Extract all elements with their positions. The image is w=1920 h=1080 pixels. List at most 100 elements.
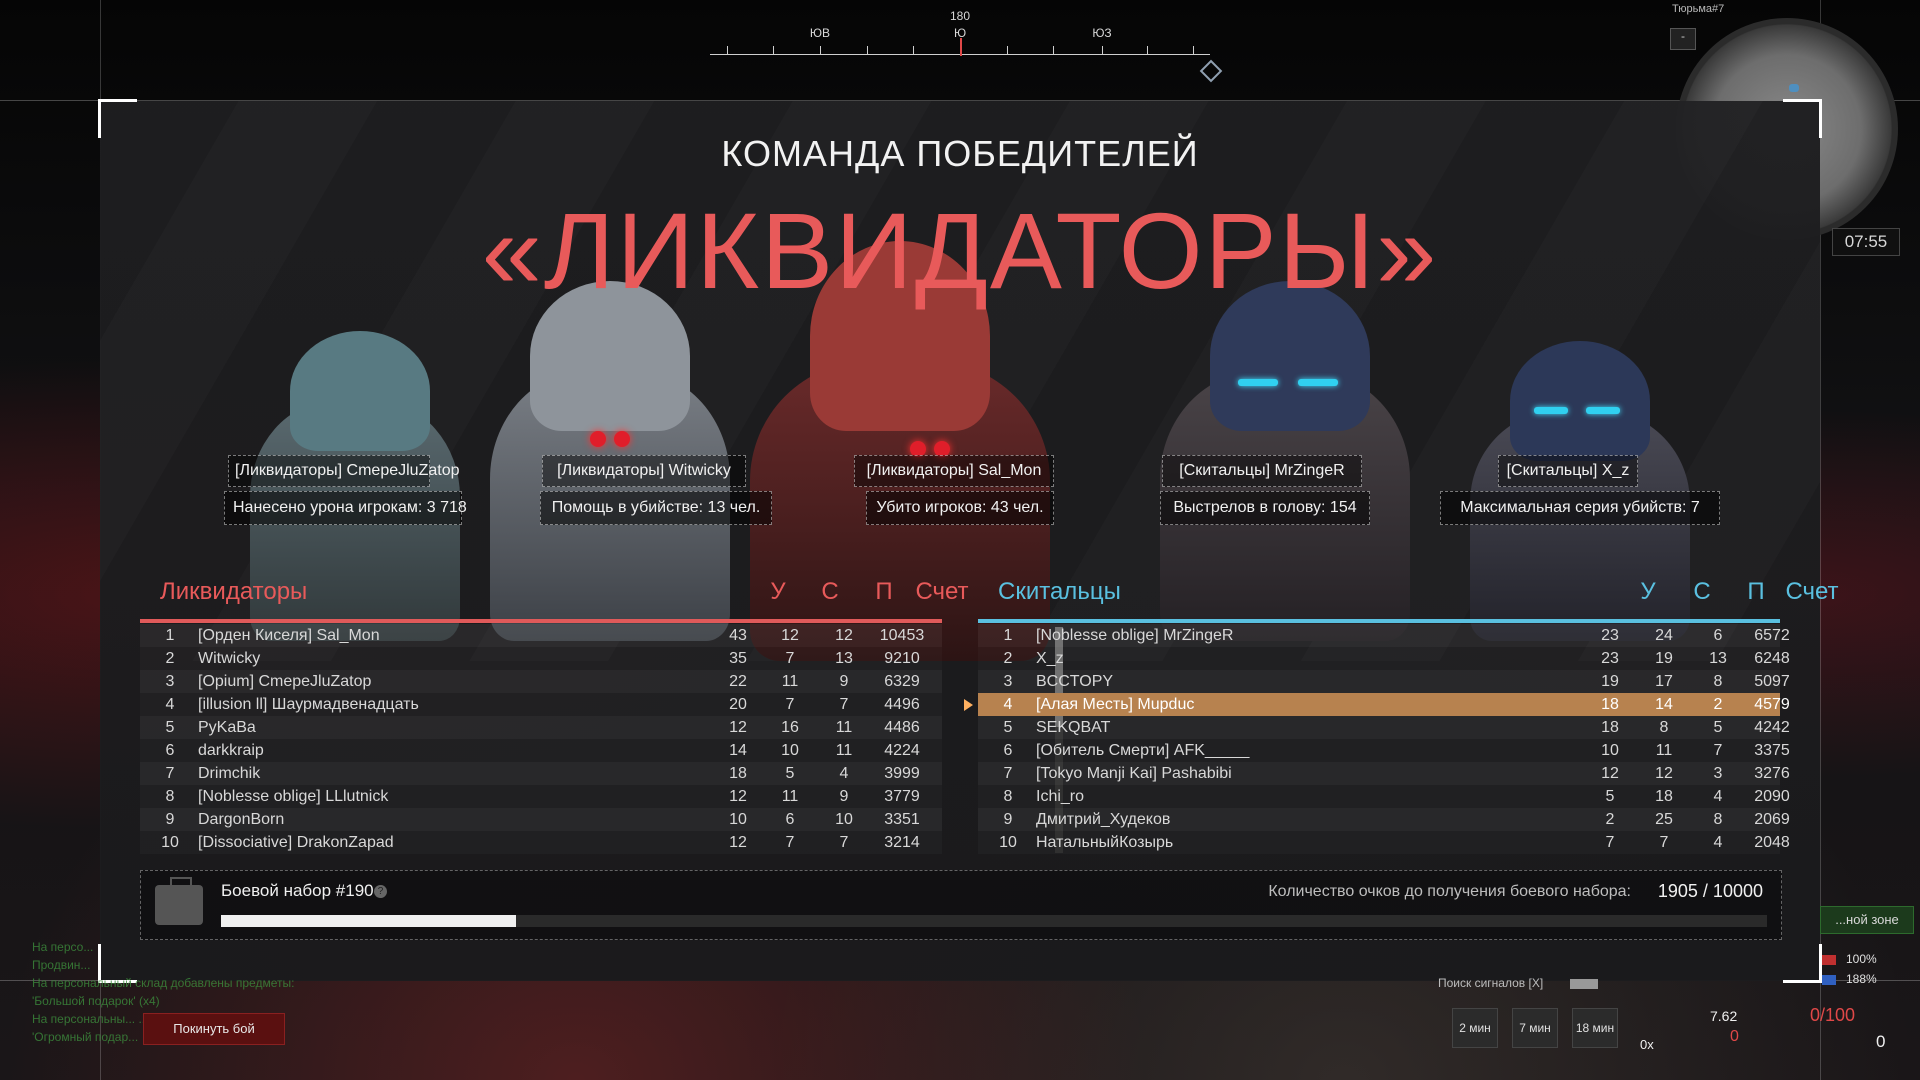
table-row[interactable]: 9 Дмитрий_Худеков 2 25 8 2069 — [978, 808, 1790, 831]
player-rank: 6 — [165, 742, 175, 759]
boost-7min-button[interactable]: 7 мин — [1512, 1008, 1558, 1048]
player-rank: 3 — [1003, 673, 1013, 690]
boost-2min-button[interactable]: 2 мин — [1452, 1008, 1498, 1048]
ammo-reserve: 0 — [1876, 1032, 1886, 1051]
table-row[interactable]: 4 [illusion ll] Шаурмадвенадцать 20 7 7 4496 — [140, 693, 942, 716]
table-row[interactable]: 6 darkkraip 14 10 11 4224 — [140, 739, 942, 762]
player-name: darkkraip — [198, 742, 264, 759]
highlight-player-3: [Ликвидаторы] Sal_Mon — [854, 455, 1054, 487]
compass-label-se: ЮВ — [809, 26, 831, 40]
table-row[interactable]: 4 [Алая Месть] Mupduc 18 14 2 4579 — [964, 693, 1790, 716]
signal-search-toggle[interactable] — [1570, 979, 1598, 989]
team-right-header: Скитальцы У С П Счет — [998, 574, 1839, 614]
ammo-caliber: 7.62 — [1710, 1008, 1738, 1024]
col-score[interactable]: Счет — [1782, 578, 1842, 606]
player-assists: 11 — [835, 742, 853, 759]
player-assists: 8 — [1713, 673, 1723, 690]
player-score: 4486 — [884, 719, 920, 736]
match-results-panel: КОМАНДА ПОБЕДИТЕЛЕЙ «ЛИКВИДАТОРЫ» [Ликви… — [98, 99, 1839, 983]
table-row[interactable]: 3 BCCTOPY 19 17 8 5097 — [978, 670, 1790, 693]
table-row[interactable]: 1 [Орден Киселя] Sal_Mon 43 12 12 10453 — [140, 624, 942, 647]
player-assists: 13 — [1709, 650, 1727, 667]
team-left-table: 1 [Орден Киселя] Sal_Mon 43 12 12 10453 2 Witwi… — [140, 624, 942, 854]
table-row[interactable]: 6 [Обитель Смерти] AFK_____ 10 11 7 3375 — [978, 739, 1790, 762]
player-name: Witwicky — [198, 650, 261, 667]
player-kills: 7 — [1605, 834, 1615, 851]
table-row[interactable]: 1 [Noblesse oblige] MrZingeR 23 24 6 6572 — [978, 624, 1790, 647]
player-rank: 7 — [165, 765, 175, 782]
player-name: Drimchik — [198, 765, 261, 782]
col-deaths[interactable]: С — [810, 578, 850, 606]
player-score: 6329 — [884, 673, 920, 690]
highlight-stat-2: Помощь в убийстве: 13 чел. — [540, 491, 772, 525]
player-name: [Орден Киселя] Sal_Mon — [198, 627, 380, 644]
player-rank: 9 — [1003, 811, 1013, 828]
scope-zoom: 0x — [1640, 1037, 1654, 1052]
player-kills: 19 — [1601, 673, 1619, 690]
player-rank: 2 — [1003, 650, 1013, 667]
player-score: 3999 — [884, 765, 920, 782]
player-assists: 6 — [1713, 627, 1723, 644]
player-deaths: 7 — [785, 650, 795, 667]
player-name: SEKQBAT — [1036, 719, 1111, 736]
team-right-underline — [978, 619, 1780, 623]
table-row[interactable]: 10 НатальныйКозырь 7 7 4 2048 — [978, 831, 1790, 854]
player-name: [Opium] CmepeJluZatop — [198, 673, 372, 690]
player-rank: 9 — [165, 811, 175, 828]
player-name: НатальныйКозырь — [1036, 834, 1174, 851]
table-row[interactable]: 7 [Tokyo Manji Kai] Pashabibi 12 12 3 3276 — [978, 762, 1790, 785]
team-left-header: Ликвидаторы У С П Счет — [160, 574, 980, 614]
player-rank: 6 — [1003, 742, 1013, 759]
player-kills: 14 — [729, 742, 747, 759]
player-deaths: 8 — [1659, 719, 1669, 736]
player-deaths: 19 — [1655, 650, 1673, 667]
col-assists[interactable]: П — [1736, 578, 1776, 606]
table-row[interactable]: 9 DargonBorn 10 6 10 3351 — [140, 808, 942, 831]
help-icon[interactable]: ? — [374, 885, 387, 898]
table-row[interactable]: 2 Witwicky 35 7 13 9210 — [140, 647, 942, 670]
minimap-zoom-button[interactable]: - — [1670, 28, 1696, 50]
table-row[interactable]: 8 [Noblesse oblige] LLlutnick 12 11 9 3779 — [140, 785, 942, 808]
highlight-player-1: [Ликвидаторы] CmepeJluZatop — [228, 455, 459, 487]
player-rank: 5 — [1003, 719, 1013, 736]
player-deaths: 12 — [781, 627, 799, 644]
chat-line: На персо... — [32, 940, 94, 954]
player-kills: 12 — [729, 834, 747, 851]
player-kills: 22 — [729, 673, 747, 690]
player-name: X_z — [1036, 650, 1064, 667]
leave-battle-button[interactable]: Покинуть бой — [143, 1013, 285, 1045]
player-assists: 4 — [839, 765, 849, 782]
col-score[interactable]: Счет — [912, 578, 972, 606]
col-kills[interactable]: У — [1628, 578, 1668, 606]
signal-search-label: Поиск сигналов [X] — [1438, 976, 1544, 990]
armor-bar — [1822, 975, 1836, 985]
boost-18min-button[interactable]: 18 мин — [1572, 1008, 1618, 1048]
table-row[interactable]: 3 [Opium] CmepeJluZatop 22 11 9 6329 — [140, 670, 942, 693]
player-score: 4224 — [884, 742, 920, 759]
table-row[interactable]: 5 PyKaBa 12 16 11 4486 — [140, 716, 942, 739]
player-marker-icon — [1789, 84, 1799, 92]
battle-pack-icon — [155, 877, 203, 925]
battle-pack-progress-fill — [221, 915, 516, 927]
col-kills[interactable]: У — [758, 578, 798, 606]
player-kills: 10 — [729, 811, 747, 828]
player-kills: 23 — [1601, 650, 1619, 667]
table-row[interactable]: 7 Drimchik 18 5 4 3999 — [140, 762, 942, 785]
col-deaths[interactable]: С — [1682, 578, 1722, 606]
player-kills: 43 — [729, 627, 747, 644]
highlight-stat-1: Нанесено урона игрокам: 3 718 — [224, 491, 467, 525]
player-name: [Алая Месть] Mupduc — [1036, 696, 1195, 713]
player-assists: 9 — [839, 788, 849, 805]
player-rank: 3 — [165, 673, 175, 690]
table-row[interactable]: 2 X_z 23 19 13 6248 — [978, 647, 1790, 670]
battle-pack-progress-track — [221, 915, 1767, 927]
player-rank: 5 — [165, 719, 175, 736]
table-row[interactable]: 8 Ichi_ro 5 18 4 2090 — [978, 785, 1790, 808]
col-assists[interactable]: П — [864, 578, 904, 606]
table-row[interactable]: 5 SEKQBAT 18 8 5 4242 — [978, 716, 1790, 739]
player-rank: 2 — [165, 650, 175, 667]
battle-pack-progress-label: Количество очков до получения боевого на… — [1268, 883, 1631, 900]
player-name: DargonBorn — [198, 811, 285, 828]
player-assists: 8 — [1713, 811, 1723, 828]
table-row[interactable]: 10 [Dissociative] DrakonZapad 12 7 7 3214 — [140, 831, 942, 854]
